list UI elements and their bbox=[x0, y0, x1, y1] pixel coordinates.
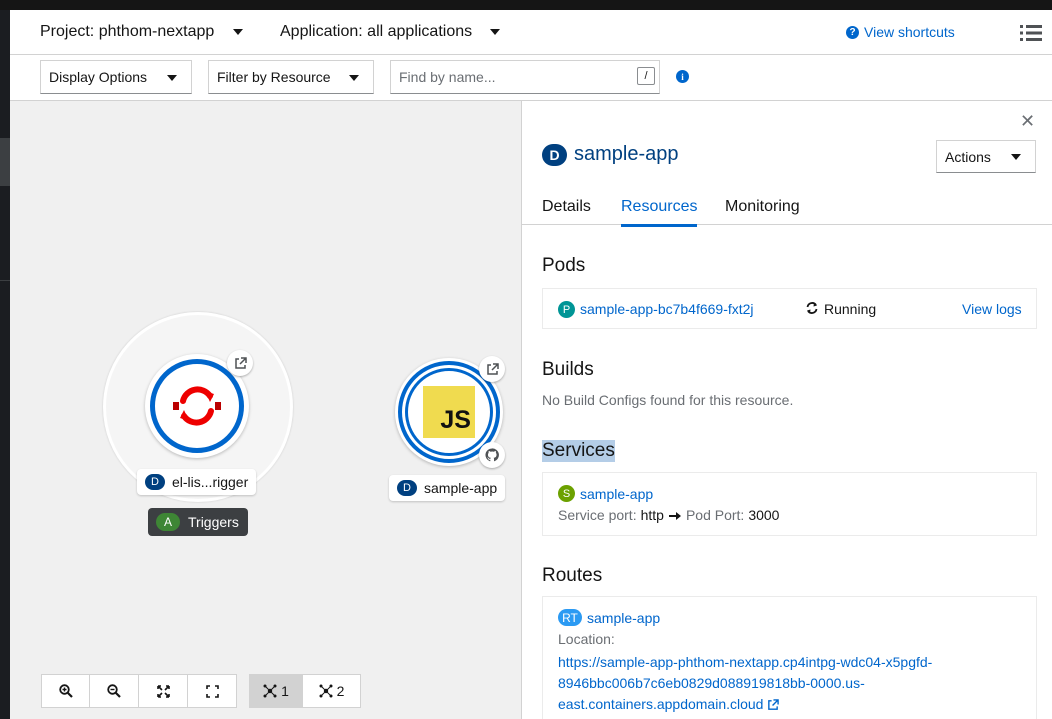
triggers-group-label[interactable]: A Triggers bbox=[148, 508, 248, 536]
tab-resources[interactable]: Resources bbox=[621, 198, 698, 227]
service-badge: S bbox=[558, 485, 575, 502]
builds-heading: Builds bbox=[542, 359, 594, 380]
view-logs-link[interactable]: View logs bbox=[962, 301, 1022, 317]
resource-name[interactable]: sample-app bbox=[574, 143, 679, 166]
panel-tabs: Details Resources Monitoring bbox=[522, 189, 1052, 227]
event-listener-node-label[interactable]: D el-lis...rigger bbox=[137, 469, 257, 495]
github-icon bbox=[485, 448, 499, 462]
node-status-ring bbox=[150, 359, 244, 453]
service-port-label: Service port: bbox=[558, 507, 637, 523]
route-card: RT sample-app Location: https://sample-a… bbox=[542, 596, 1037, 719]
top-strip bbox=[0, 0, 1052, 10]
search-box: / bbox=[390, 60, 660, 94]
zoom-in-icon bbox=[58, 684, 73, 698]
builds-empty-text: No Build Configs found for this resource… bbox=[542, 392, 794, 408]
open-url-decorator[interactable] bbox=[479, 356, 505, 382]
chevron-down-icon bbox=[490, 29, 501, 35]
filter-by-resource-dropdown[interactable]: Filter by Resource bbox=[208, 60, 374, 94]
display-options-dropdown[interactable]: Display Options bbox=[40, 60, 192, 94]
question-circle-icon: ? bbox=[846, 25, 859, 39]
topology-layout-icon bbox=[263, 684, 277, 698]
pods-heading: Pods bbox=[542, 255, 586, 276]
fit-to-screen-button[interactable] bbox=[139, 674, 188, 708]
keyboard-shortcut-hint: / bbox=[637, 67, 655, 85]
app-badge: A bbox=[156, 513, 180, 531]
zoom-out-button[interactable] bbox=[90, 674, 139, 708]
display-options-label: Display Options bbox=[49, 69, 148, 85]
actions-label: Actions bbox=[945, 148, 991, 165]
project-label: Project: phthom-nextapp bbox=[40, 23, 215, 40]
application-dropdown[interactable]: Application: all applications bbox=[280, 23, 501, 41]
zoom-in-button[interactable] bbox=[41, 674, 90, 708]
tab-details[interactable]: Details bbox=[542, 198, 591, 224]
resource-side-panel: ✕ D sample-app Actions Details Resources… bbox=[521, 101, 1052, 719]
layout-1-button[interactable]: 1 bbox=[249, 674, 303, 708]
deployment-badge: D bbox=[397, 480, 417, 496]
service-card: S sample-app Service port: http Pod Port… bbox=[542, 472, 1037, 536]
fit-to-screen-icon bbox=[156, 684, 170, 698]
expand-icon bbox=[205, 684, 219, 698]
layout-controls: 1 2 bbox=[249, 674, 361, 708]
topology-canvas[interactable]: D el-lis...rigger A Triggers JS D sample… bbox=[10, 101, 521, 719]
pod-badge: P bbox=[558, 301, 575, 318]
view-shortcuts-label: View shortcuts bbox=[864, 24, 955, 40]
info-circle-icon[interactable]: i bbox=[676, 70, 689, 83]
topology-toolbar: Display Options Filter by Resource / i bbox=[10, 55, 1052, 101]
left-nav bbox=[0, 10, 10, 719]
chevron-down-icon bbox=[349, 75, 359, 81]
services-heading: Services bbox=[542, 440, 615, 462]
actions-dropdown[interactable]: Actions bbox=[936, 140, 1036, 173]
search-input[interactable] bbox=[391, 61, 631, 93]
deployment-badge: D bbox=[145, 474, 165, 490]
tab-monitoring[interactable]: Monitoring bbox=[725, 198, 800, 224]
application-label: Application: all applications bbox=[280, 23, 473, 40]
external-link-icon bbox=[234, 356, 247, 369]
sync-icon bbox=[806, 302, 818, 314]
pod-row: P sample-app-bc7b4f669-fxt2j Running Vie… bbox=[542, 288, 1037, 329]
chevron-down-icon bbox=[233, 29, 244, 35]
route-name-link[interactable]: sample-app bbox=[587, 610, 660, 626]
layout-2-button[interactable]: 2 bbox=[303, 674, 361, 708]
route-badge: RT bbox=[558, 609, 582, 626]
chevron-down-icon bbox=[1011, 154, 1021, 160]
project-dropdown[interactable]: Project: phthom-nextapp bbox=[40, 23, 244, 41]
route-url-link[interactable]: https://sample-app-phthom-nextapp.cp4int… bbox=[558, 652, 932, 715]
sample-app-node-name: sample-app bbox=[424, 480, 498, 496]
routes-heading: Routes bbox=[542, 565, 603, 586]
reset-view-button[interactable] bbox=[188, 674, 237, 708]
source-code-decorator[interactable] bbox=[479, 442, 505, 468]
layout-2-label: 2 bbox=[336, 683, 345, 699]
left-nav-divider bbox=[0, 176, 10, 177]
javascript-logo-icon: JS bbox=[423, 386, 475, 438]
external-link-icon bbox=[768, 698, 780, 710]
sample-app-node-label[interactable]: D sample-app bbox=[389, 475, 506, 501]
service-port-value: http bbox=[640, 507, 664, 523]
service-port-row: Service port: http Pod Port: 3000 bbox=[558, 507, 779, 523]
list-view-icon[interactable] bbox=[1020, 24, 1042, 42]
filter-by-resource-label: Filter by Resource bbox=[217, 69, 331, 85]
close-icon[interactable]: ✕ bbox=[1020, 111, 1035, 132]
service-name-link[interactable]: sample-app bbox=[580, 486, 653, 502]
open-url-decorator[interactable] bbox=[227, 350, 253, 376]
chevron-down-icon bbox=[167, 75, 177, 81]
pod-port-value: 3000 bbox=[748, 507, 780, 523]
view-shortcuts-link[interactable]: ? View shortcuts bbox=[846, 24, 955, 40]
pod-port-label: Pod Port: bbox=[685, 507, 745, 523]
event-listener-name: el-lis...rigger bbox=[172, 474, 249, 490]
resource-title: D sample-app bbox=[542, 143, 679, 166]
left-nav-divider bbox=[0, 280, 10, 281]
deployment-badge: D bbox=[542, 143, 567, 166]
triggers-label: Triggers bbox=[188, 514, 239, 530]
external-link-icon bbox=[486, 362, 499, 375]
zoom-controls bbox=[41, 674, 237, 708]
page-header: Project: phthom-nextapp Application: all… bbox=[10, 10, 1052, 55]
pod-status: Running bbox=[824, 301, 877, 317]
left-nav-selected[interactable] bbox=[0, 138, 10, 186]
arrow-right-icon bbox=[668, 512, 681, 520]
topology-layout-icon bbox=[319, 684, 333, 698]
layout-1-label: 1 bbox=[281, 683, 289, 699]
route-location-label: Location: bbox=[558, 631, 615, 647]
pod-name-link[interactable]: sample-app-bc7b4f669-fxt2j bbox=[580, 301, 754, 317]
zoom-out-icon bbox=[107, 684, 121, 698]
